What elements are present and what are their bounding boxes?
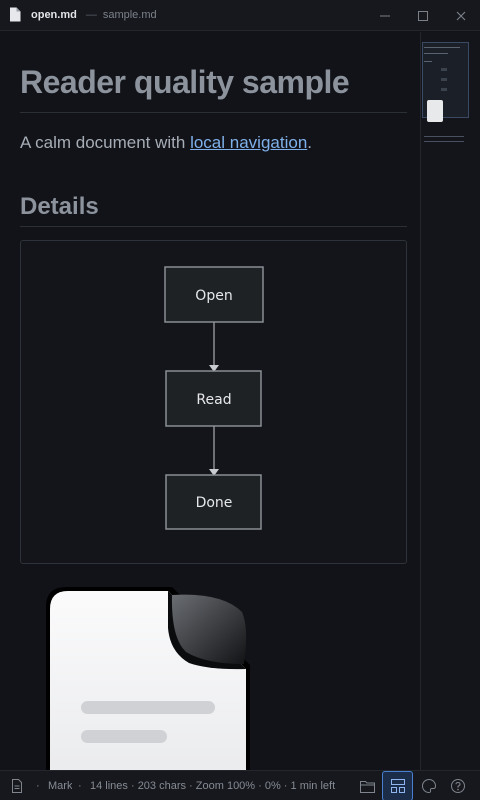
- close-icon: [456, 11, 466, 20]
- document-stats: 14 lines · 203 chars · Zoom 100% · 0% · …: [90, 780, 336, 792]
- minimap-text-line: [424, 53, 448, 54]
- paragraph-end: .: [307, 133, 313, 152]
- section-divider: [20, 226, 407, 227]
- open-folder-button[interactable]: [357, 771, 379, 800]
- minimap-footer-line-2: [424, 141, 464, 142]
- minimap-node-2: [441, 78, 447, 81]
- minimize-icon: [380, 15, 390, 16]
- paragraph-text: A calm document with: [20, 133, 191, 152]
- document-heading: Reader quality sample: [20, 64, 350, 100]
- file-text-icon: [12, 779, 22, 793]
- maximize-button[interactable]: [404, 0, 442, 31]
- status-dot: ·: [36, 780, 40, 792]
- document-info-button[interactable]: [8, 771, 26, 800]
- minimap-footer-line: [424, 136, 464, 137]
- layout-icon: [390, 779, 405, 793]
- window-subtitle: sample.md: [102, 9, 157, 21]
- minimap-section-line: [424, 61, 432, 62]
- node-read: Read: [196, 392, 231, 408]
- help-button[interactable]: [447, 771, 469, 800]
- status-bar: · Mark · 14 lines · 203 chars · Zoom 100…: [0, 770, 480, 800]
- node-done: Done: [196, 495, 233, 511]
- minimap-heading-line: [424, 47, 460, 48]
- status-dot-2: ·: [78, 780, 82, 792]
- minimap[interactable]: [420, 32, 480, 770]
- folder-icon: [360, 780, 375, 793]
- maximize-icon: [418, 10, 428, 21]
- title-bar: open.md — sample.md: [0, 0, 480, 31]
- heading-divider: [20, 112, 407, 113]
- minimize-button[interactable]: [366, 0, 404, 31]
- window-title: open.md: [31, 9, 77, 21]
- flow-diagram: Open Read Done: [20, 240, 407, 564]
- help-icon: [451, 779, 465, 793]
- file-icon: [9, 7, 23, 23]
- palette-icon: [422, 778, 437, 794]
- minimap-image: [427, 100, 443, 122]
- section-heading: Details: [20, 193, 99, 220]
- node-open: Open: [195, 288, 232, 304]
- layout-button[interactable]: [382, 771, 413, 800]
- document-illustration-icon: [46, 587, 250, 770]
- title-separator: —: [85, 9, 97, 21]
- local-navigation-link[interactable]: local navigation: [190, 133, 307, 152]
- minimap-node-1: [441, 68, 447, 71]
- theme-button[interactable]: [418, 771, 440, 800]
- document-paragraph: A calm document with local navigation.: [20, 133, 312, 153]
- document-mode[interactable]: Mark: [48, 780, 72, 792]
- document-view[interactable]: Reader quality sample A calm document wi…: [0, 32, 420, 770]
- minimap-node-3: [441, 88, 447, 91]
- close-button[interactable]: [442, 0, 480, 31]
- document-image: [44, 586, 254, 770]
